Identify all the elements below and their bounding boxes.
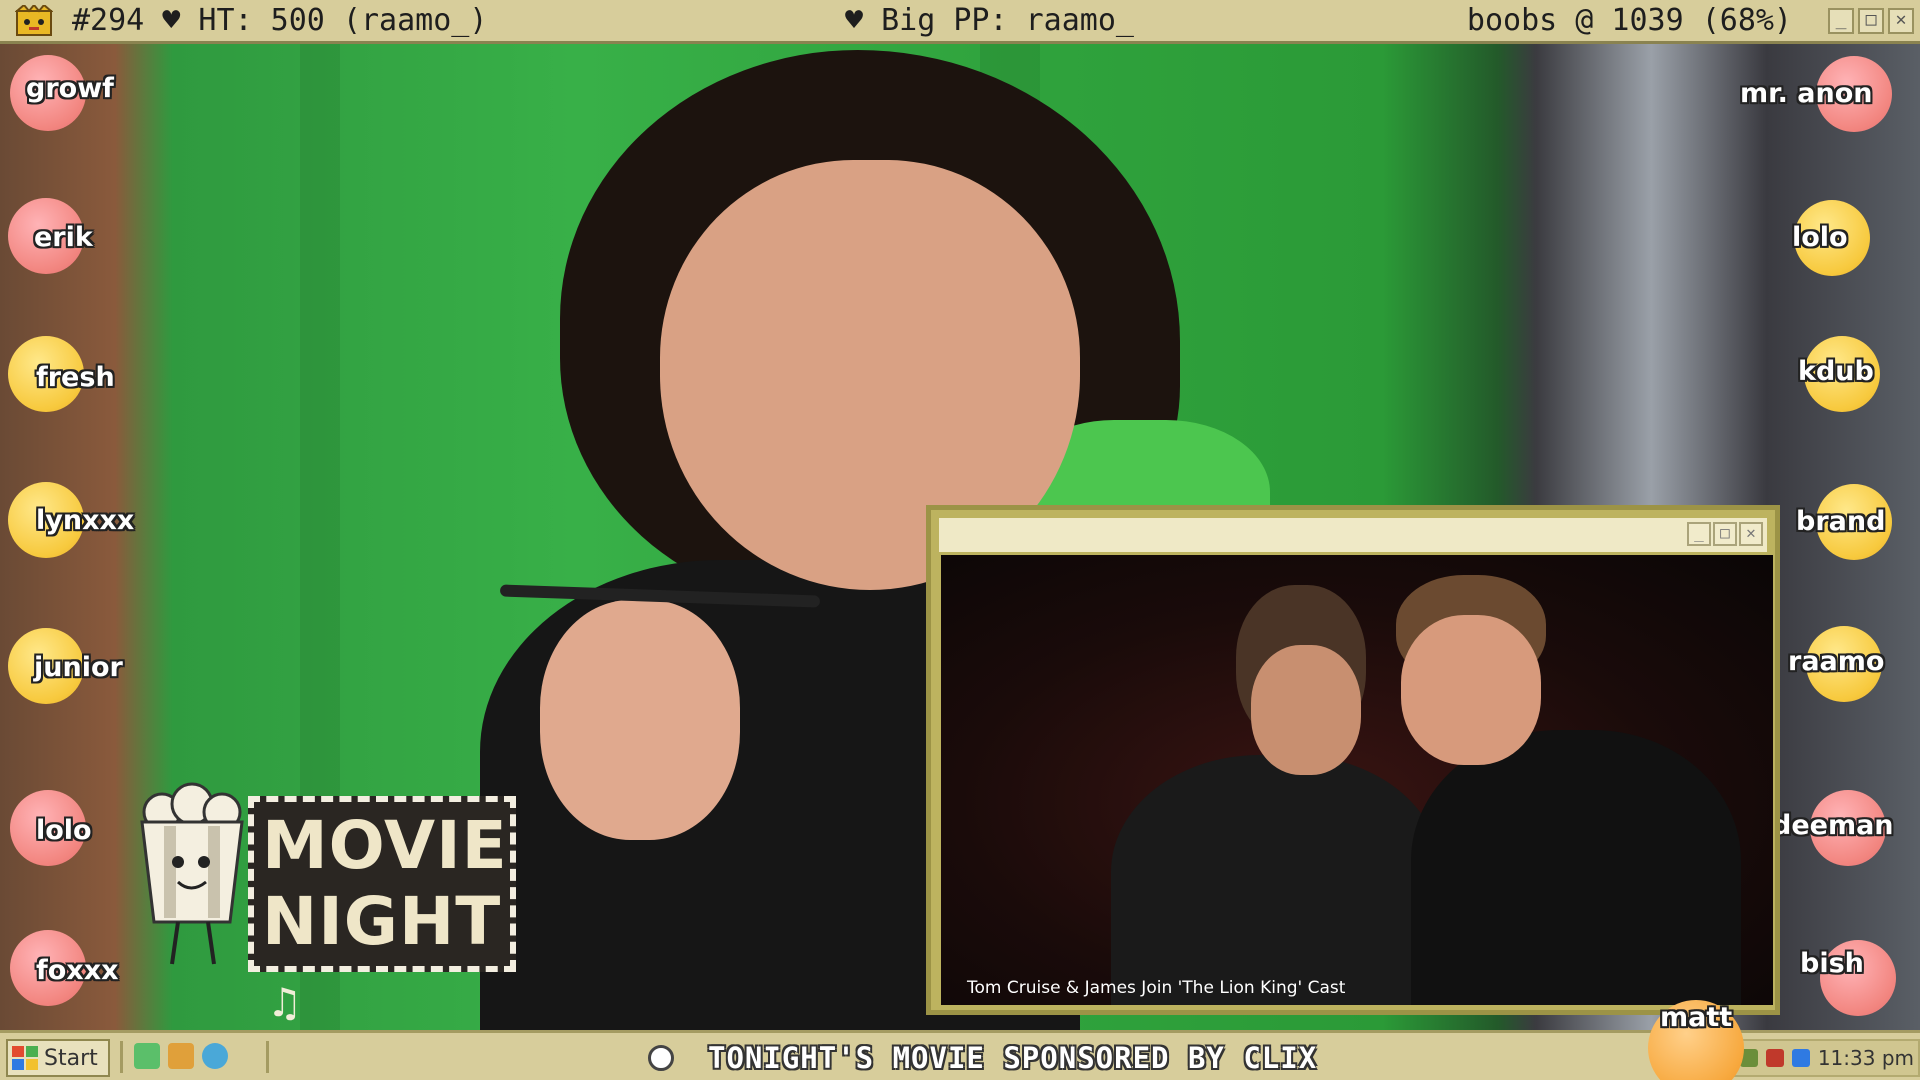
movie-maximize-button[interactable]: □ [1713,522,1737,546]
windows-logo-icon [12,1046,38,1070]
viewer-name: mr. anon [1740,78,1873,109]
start-button[interactable]: Start [6,1039,110,1077]
record-dot-icon [648,1045,674,1071]
sponsor-ticker: TONIGHT'S MOVIE SPONSORED BY CLIX [708,1041,1318,1075]
tray-monitor-icon[interactable] [1791,1049,1810,1067]
browser-icon[interactable] [202,1043,228,1069]
clock: 11:33 pm [1817,1046,1914,1070]
viewer-name: foxxx [36,955,119,986]
window-controls: _ □ ✕ [1828,8,1914,34]
movie-player-window[interactable]: _ □ ✕ Tom Cruise & James Join 'The Lion … [926,505,1780,1015]
close-button[interactable]: ✕ [1888,8,1914,34]
logo-line-night: NIGHT [262,883,502,960]
taskbar-separator [266,1041,269,1073]
movie-video-frame[interactable]: Tom Cruise & James Join 'The Lion King' … [941,555,1773,1005]
big-pp-text: ♥ Big PP: raamo_ [845,3,1134,38]
right-person-body [1411,730,1741,1005]
quick-launch [134,1043,228,1069]
goal-progress-text: boobs @ 1039 (68%) [1466,3,1792,38]
popcorn-mascot-icon [140,782,244,965]
left-person-face [1251,645,1361,775]
top-status-bar: #294 ♥ HT: 500 (raamo_) ♥ Big PP: raamo_… [0,0,1920,44]
viewer-name: lolo [1792,222,1848,253]
maximize-button[interactable]: □ [1858,8,1884,34]
minimize-button[interactable]: _ [1828,8,1854,34]
crown-icon [14,4,54,38]
viewer-name: erik [34,222,93,253]
viewer-name: deeman [1772,810,1894,841]
viewer-name: fresh [36,362,115,393]
network-icon[interactable] [168,1043,194,1069]
system-tray: 11:33 pm [1729,1039,1920,1077]
music-note-icon: ♫ [272,978,298,1027]
tray-speaker-icon[interactable] [1765,1049,1784,1067]
streamer-hand [540,600,740,840]
viewer-name: lolo [36,815,92,846]
high-tip-text: #294 ♥ HT: 500 (raamo_) [72,3,488,38]
viewer-name: bish [1800,948,1864,979]
movie-night-logo: MOVIE NIGHT [262,808,512,960]
movie-close-button[interactable]: ✕ [1739,522,1763,546]
left-person-body [1111,755,1441,1005]
start-label: Start [44,1045,98,1071]
notepad-icon[interactable] [134,1043,160,1069]
right-person-face [1401,615,1541,765]
logo-line-movie: MOVIE [262,807,508,884]
viewer-name: junior [34,652,123,683]
video-caption: Tom Cruise & James Join 'The Lion King' … [967,978,1346,998]
viewer-name: raamo [1788,646,1885,677]
viewer-name: lynxxx [36,505,135,536]
taskbar-separator [120,1041,123,1073]
viewer-name: growf [26,73,114,104]
viewer-name: matt [1660,1002,1733,1033]
movie-minimize-button[interactable]: _ [1687,522,1711,546]
movie-window-controls: _ □ ✕ [1687,522,1763,546]
viewer-name: kdub [1798,356,1874,387]
taskbar: Start TONIGHT'S MOVIE SPONSORED BY CLIX … [0,1030,1920,1080]
movie-window-titlebar[interactable]: _ □ ✕ [939,518,1767,552]
viewer-name: brand [1796,506,1886,537]
